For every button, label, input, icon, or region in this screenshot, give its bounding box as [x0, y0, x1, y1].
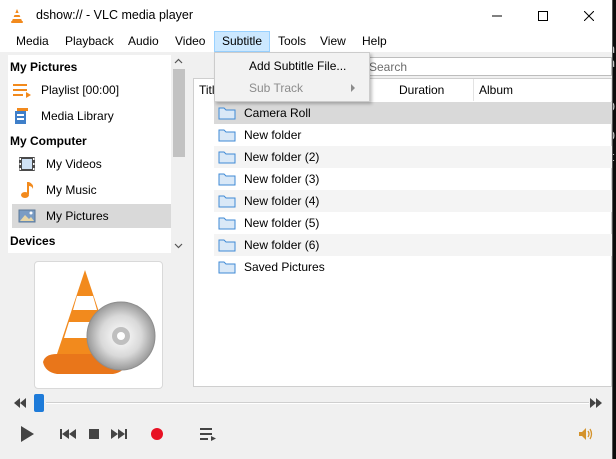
menu-playback[interactable]: Playback: [58, 31, 121, 52]
sidebar-scroll-thumb[interactable]: [173, 69, 185, 157]
table-row[interactable]: New folder (4): [214, 190, 612, 212]
row-title: New folder (6): [244, 238, 320, 252]
menu-audio[interactable]: Audio: [121, 31, 166, 52]
folder-icon: [218, 129, 236, 142]
menu-item-label: Sub Track: [249, 81, 304, 95]
pictures-icon: [17, 206, 37, 226]
stop-icon: [89, 429, 99, 439]
play-icon: [21, 426, 34, 442]
search-placeholder: Search: [369, 60, 408, 74]
record-icon: [151, 428, 163, 440]
submenu-arrow-icon: [351, 84, 355, 92]
folder-icon: [218, 173, 236, 186]
volume-button[interactable]: [576, 426, 596, 442]
play-button[interactable]: [16, 424, 38, 444]
menu-tools[interactable]: Tools: [271, 31, 313, 52]
window-title: dshow:// - VLC media player: [36, 8, 194, 22]
sidebar-item-playlist[interactable]: Playlist [00:00]: [12, 78, 171, 102]
volume-icon: [579, 428, 593, 440]
menu-view[interactable]: View: [313, 31, 353, 52]
menu-item-add-subtitle-file[interactable]: Add Subtitle File...: [215, 55, 367, 77]
row-title: New folder (3): [244, 172, 320, 186]
folder-icon: [218, 217, 236, 230]
folder-icon: [218, 195, 236, 208]
row-title: Camera Roll: [244, 106, 311, 120]
row-title: New folder (4): [244, 194, 320, 208]
title-bar[interactable]: dshow:// - VLC media player: [0, 0, 612, 31]
table-row[interactable]: New folder (3): [214, 168, 612, 190]
next-icon: [111, 429, 127, 439]
next-button[interactable]: [109, 426, 129, 442]
maximize-icon: [538, 10, 548, 21]
folder-icon: [218, 107, 236, 120]
seek-track[interactable]: [46, 402, 589, 404]
playlist-view: Title Duration Album Camera Roll New fol…: [193, 78, 612, 387]
column-header-duration[interactable]: Duration: [394, 79, 474, 101]
row-title: New folder (5): [244, 216, 320, 230]
videos-icon: [17, 154, 37, 174]
table-row[interactable]: New folder: [214, 124, 612, 146]
scroll-down-icon[interactable]: [174, 243, 183, 249]
search-input[interactable]: Search: [362, 57, 612, 76]
menu-subtitle[interactable]: Subtitle: [214, 31, 271, 52]
seek-handle[interactable]: [34, 394, 44, 412]
sidebar-item-label: My Videos: [46, 157, 102, 171]
menu-help[interactable]: Help: [355, 31, 394, 52]
minimize-button[interactable]: [474, 0, 520, 31]
column-header-album[interactable]: Album: [474, 79, 612, 101]
playlist-toggle-icon: [200, 428, 216, 441]
record-button[interactable]: [148, 426, 166, 442]
menu-media[interactable]: Media: [9, 31, 56, 52]
sidebar-item-media-library[interactable]: Media Library: [12, 104, 171, 128]
table-row[interactable]: New folder (2): [214, 146, 612, 168]
seek-bar[interactable]: [8, 394, 606, 414]
sidebar: My Pictures Playlist [00:00] Media Libra…: [8, 55, 171, 253]
maximize-button[interactable]: [520, 0, 566, 31]
sidebar-category: My Pictures: [10, 60, 78, 74]
sidebar-scrollbar[interactable]: [171, 55, 186, 253]
vlc-cone-icon: [11, 9, 23, 23]
row-title: New folder: [244, 128, 302, 142]
folder-icon: [218, 239, 236, 252]
previous-button[interactable]: [58, 426, 78, 442]
album-artwork: [34, 261, 163, 389]
seek-back-icon[interactable]: [14, 398, 26, 408]
scroll-up-icon[interactable]: [174, 58, 183, 64]
sidebar-category: Devices: [10, 234, 56, 248]
sidebar-item-label: My Pictures: [46, 209, 109, 223]
music-icon: [17, 180, 37, 200]
seek-forward-icon[interactable]: [590, 398, 602, 408]
table-row[interactable]: New folder (6): [214, 234, 612, 256]
close-button[interactable]: [566, 0, 612, 31]
sidebar-item-my-music[interactable]: My Music: [12, 178, 171, 202]
menu-video[interactable]: Video: [168, 31, 212, 52]
sidebar-item-label: Playlist [00:00]: [41, 83, 120, 97]
previous-icon: [60, 429, 76, 439]
sidebar-item-my-videos[interactable]: My Videos: [12, 152, 171, 176]
stop-button[interactable]: [86, 426, 102, 442]
vlc-window: dshow:// - VLC media player Media Playba…: [0, 0, 613, 459]
table-row[interactable]: New folder (5): [214, 212, 612, 234]
subtitle-menu: Add Subtitle File... Sub Track: [214, 52, 370, 102]
sidebar-category: My Computer: [10, 134, 87, 148]
vlc-artwork-icon: [43, 270, 156, 374]
row-title: Saved Pictures: [244, 260, 325, 274]
sidebar-item-label: My Music: [46, 183, 97, 197]
sidebar-item-my-pictures[interactable]: My Pictures: [12, 204, 171, 228]
media-library-icon: [12, 106, 32, 126]
table-row[interactable]: Saved Pictures: [214, 256, 612, 278]
playlist-toggle-button[interactable]: [198, 426, 218, 442]
close-icon: [584, 10, 594, 21]
table-row[interactable]: Camera Roll: [214, 102, 612, 124]
menu-item-sub-track[interactable]: Sub Track: [215, 77, 367, 99]
folder-icon: [218, 151, 236, 164]
sidebar-item-label: Media Library: [41, 109, 114, 123]
folder-icon: [218, 261, 236, 274]
playlist-icon: [12, 80, 32, 100]
menu-bar: Media Playback Audio Video Subtitle Tool…: [0, 31, 612, 52]
row-title: New folder (2): [244, 150, 320, 164]
minimize-icon: [492, 15, 502, 16]
